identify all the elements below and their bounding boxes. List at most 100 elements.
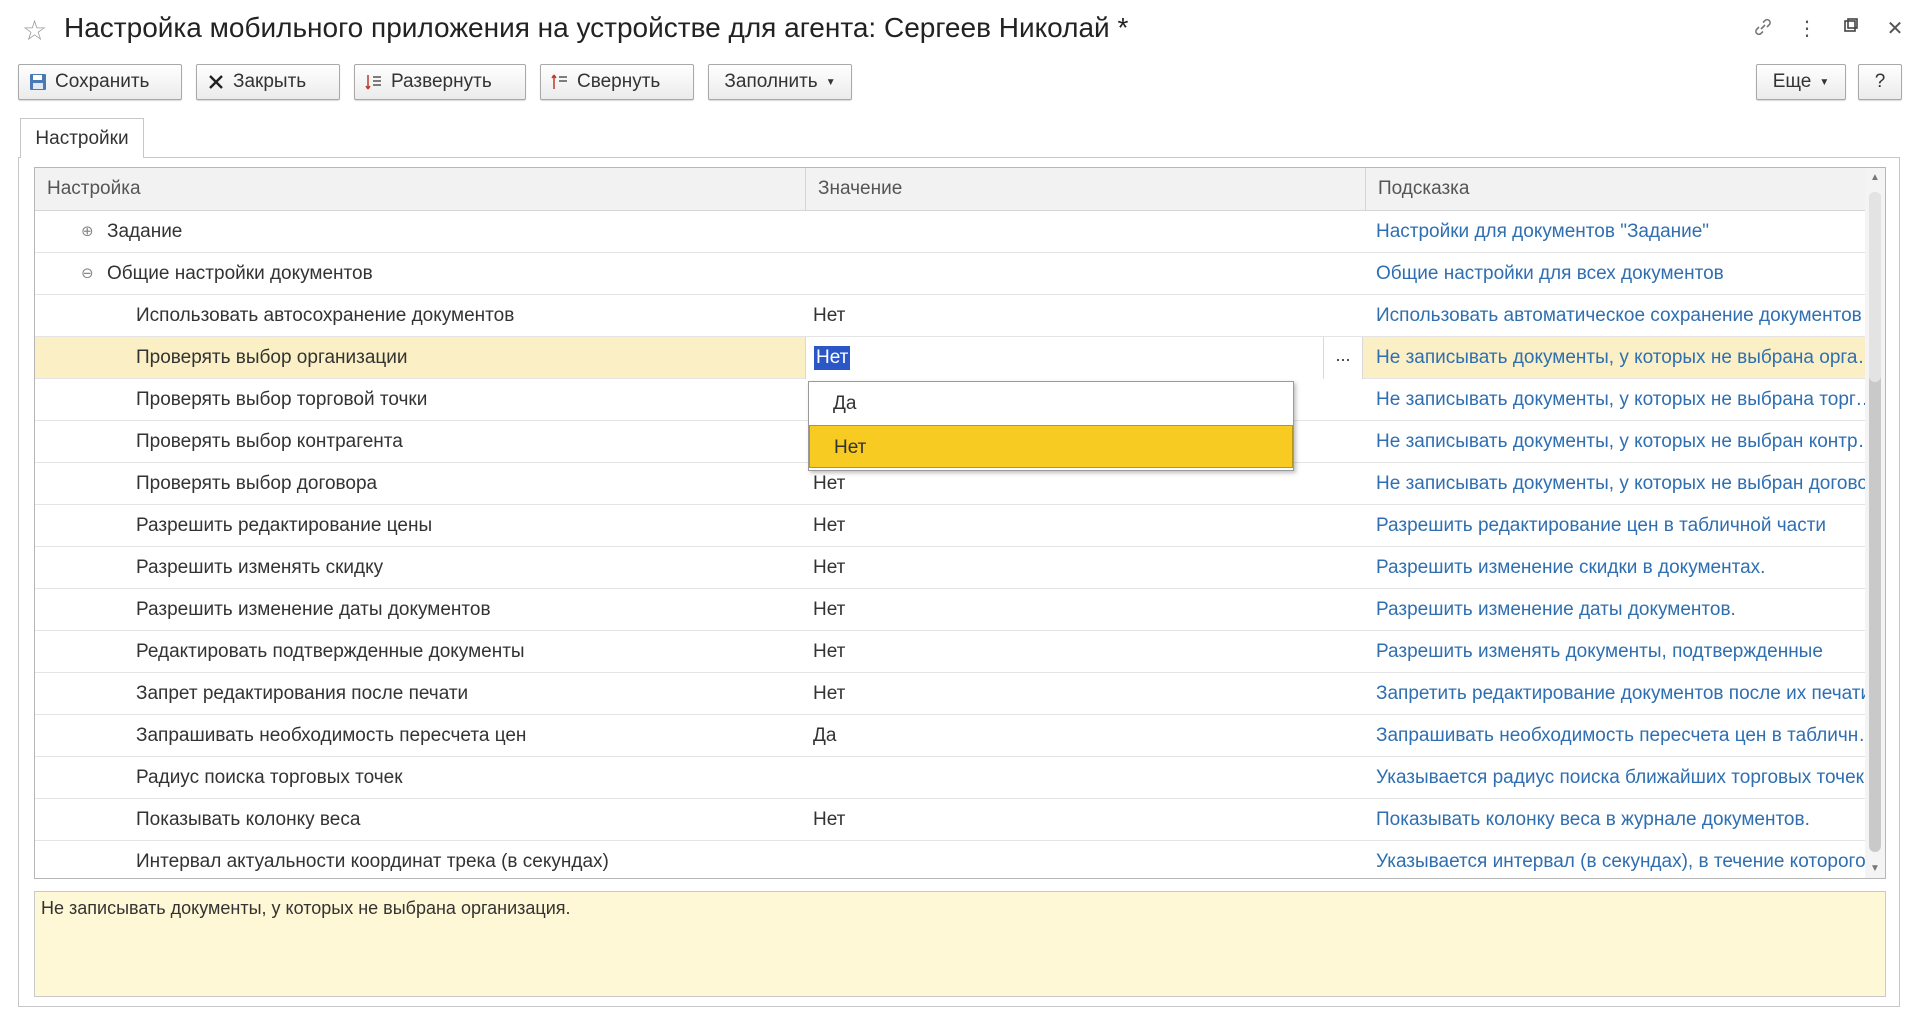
tab-settings[interactable]: Настройки: [20, 118, 144, 158]
setting-name: Проверять выбор торговой точки: [136, 389, 428, 410]
x-icon: [207, 73, 225, 91]
setting-value[interactable]: Да: [813, 715, 1333, 757]
setting-hint[interactable]: Разрешить изменение скидки в документах.: [1376, 547, 1882, 589]
more-label: Еще: [1772, 71, 1812, 92]
table-row[interactable]: ⊕ Задание Настройки для документов "Зада…: [35, 211, 1865, 253]
close-button[interactable]: Закрыть: [196, 64, 340, 100]
scroll-up-icon[interactable]: ▲: [1865, 172, 1885, 183]
table-row[interactable]: Запрашивать необходимость пересчета цен …: [35, 715, 1882, 757]
expand-button[interactable]: Развернуть: [354, 64, 526, 100]
collapse-label: Свернуть: [577, 71, 661, 92]
help-button[interactable]: ?: [1858, 64, 1902, 100]
tab-settings-label: Настройки: [35, 127, 129, 149]
setting-name: Разрешить редактирование цены: [136, 515, 433, 536]
table-body: ⊕ Задание Настройки для документов "Зада…: [35, 211, 1882, 878]
setting-value[interactable]: Нет: [813, 799, 1333, 841]
value-edit-field[interactable]: Нет ...: [805, 337, 1363, 379]
setting-hint[interactable]: Общие настройки для всех документов: [1376, 253, 1882, 295]
column-header-value[interactable]: Значение: [805, 168, 1365, 210]
close-label: Закрыть: [233, 71, 307, 92]
setting-hint[interactable]: Не записывать документы, у которых не вы…: [1376, 337, 1882, 379]
table-row[interactable]: Запрет редактирования после печати Нет З…: [35, 673, 1871, 715]
setting-hint[interactable]: Не записывать документы, у которых не вы…: [1376, 421, 1882, 463]
scrollbar-track-upper: [1869, 192, 1881, 382]
setting-name: Показывать колонку веса: [136, 809, 361, 830]
setting-hint[interactable]: Запрашивать необходимость пересчета цен …: [1376, 715, 1882, 757]
maximize-icon[interactable]: [1838, 16, 1864, 39]
table-header: Настройка Значение Подсказка: [35, 168, 1865, 211]
setting-hint[interactable]: Не записывать документы, у которых не вы…: [1376, 379, 1882, 421]
table-row[interactable]: ⊖ Общие настройки документов Общие настр…: [35, 253, 1865, 295]
choose-button[interactable]: ...: [1323, 337, 1362, 379]
setting-hint[interactable]: Показывать колонку веса в журнале докуме…: [1376, 799, 1882, 841]
setting-value[interactable]: [813, 211, 1333, 253]
setting-name: Разрешить изменение даты документов: [136, 599, 491, 620]
fill-label: Заполнить: [724, 71, 818, 92]
setting-name: Запрет редактирования после печати: [136, 683, 469, 704]
setting-hint[interactable]: Не записывать документы, у которых не вы…: [1376, 463, 1882, 505]
table-row[interactable]: Разрешить изменение даты документов Нет …: [35, 589, 1865, 631]
hint-panel: Не записывать документы, у которых не вы…: [34, 891, 1886, 997]
table-row[interactable]: Радиус поиска торговых точек Указывается…: [35, 757, 1865, 799]
table-row[interactable]: Интервал актуальности координат трека (в…: [35, 841, 1866, 878]
setting-name: Радиус поиска торговых точек: [136, 767, 403, 788]
help-label: ?: [1874, 71, 1886, 92]
setting-value[interactable]: Нет: [813, 673, 1333, 715]
setting-name: Интервал актуальности координат трека (в…: [136, 851, 609, 872]
more-button[interactable]: Еще ▼: [1756, 64, 1846, 100]
more-vertical-icon[interactable]: ⋮: [1794, 16, 1820, 41]
collapse-button[interactable]: Свернуть: [540, 64, 694, 100]
setting-hint[interactable]: Указывается радиус поиска ближайших торг…: [1376, 757, 1882, 799]
setting-hint[interactable]: Указывается интервал (в секундах), в теч…: [1376, 841, 1882, 878]
star-icon[interactable]: ☆: [22, 14, 47, 47]
setting-name: Редактировать подтвержденные документы: [136, 641, 525, 662]
save-button[interactable]: Сохранить: [18, 64, 182, 100]
table-row[interactable]: Разрешить редактирование цены Нет Разреш…: [35, 505, 1865, 547]
collapse-icon: [551, 73, 569, 91]
table-row[interactable]: Использовать автосохранение документов Н…: [35, 295, 1865, 337]
setting-hint[interactable]: Настройки для документов "Задание": [1376, 211, 1882, 253]
setting-name: Проверять выбор договора: [136, 473, 378, 494]
table-row[interactable]: Редактировать подтвержденные документы Н…: [35, 631, 1865, 673]
hint-text: Не записывать документы, у которых не вы…: [41, 898, 571, 918]
setting-value[interactable]: Нет: [813, 589, 1333, 631]
setting-hint[interactable]: Использовать автоматическое сохранение д…: [1376, 295, 1882, 337]
setting-value[interactable]: [813, 253, 1333, 295]
title-bar: ☆ Настройка мобильного приложения на уст…: [0, 0, 1920, 60]
setting-value[interactable]: Нет: [813, 547, 1333, 589]
setting-name: Общие настройки документов: [107, 263, 373, 284]
setting-value[interactable]: [813, 757, 1333, 799]
scroll-down-icon[interactable]: ▼: [1865, 863, 1885, 874]
table-row[interactable]: Разрешить изменять скидку Нет Разрешить …: [35, 547, 1865, 589]
setting-value[interactable]: Нет: [813, 631, 1333, 673]
setting-name: Проверять выбор контрагента: [136, 431, 403, 452]
setting-name: Проверять выбор организации: [136, 347, 408, 368]
setting-name: Разрешить изменять скидку: [136, 557, 384, 578]
value-edit-text[interactable]: Нет: [814, 346, 851, 370]
value-dropdown-list[interactable]: Да Нет: [808, 381, 1294, 471]
link-icon[interactable]: [1750, 16, 1776, 44]
window-title: Настройка мобильного приложения на устро…: [64, 12, 1129, 43]
setting-name: Использовать автосохранение документов: [136, 305, 515, 326]
setting-name: Задание: [107, 221, 183, 242]
dropdown-option-no[interactable]: Нет: [809, 425, 1293, 468]
setting-value[interactable]: [813, 841, 1333, 878]
floppy-disk-icon: [29, 73, 47, 91]
setting-value[interactable]: Нет: [813, 295, 1333, 337]
setting-hint[interactable]: Разрешить изменение даты документов.: [1376, 589, 1882, 631]
vertical-scrollbar[interactable]: ▲ ▼: [1865, 168, 1885, 878]
dropdown-option-yes[interactable]: Да: [809, 382, 1293, 425]
setting-hint[interactable]: Разрешить изменять документы, подтвержде…: [1376, 631, 1882, 673]
settings-table[interactable]: Настройка Значение Подсказка ⊕ Задание Н…: [34, 167, 1886, 879]
setting-hint[interactable]: Запретить редактирование документов посл…: [1376, 673, 1882, 715]
table-row[interactable]: Показывать колонку веса Нет Показывать к…: [35, 799, 1865, 841]
column-header-hint[interactable]: Подсказка: [1365, 168, 1865, 210]
save-label: Сохранить: [55, 71, 150, 92]
setting-hint[interactable]: Разрешить редактирование цен в табличной…: [1376, 505, 1882, 547]
dropdown-arrow-icon: ▼: [825, 76, 836, 88]
table-row-selected[interactable]: Проверять выбор организации Нет ... Не з…: [35, 337, 1882, 379]
close-icon[interactable]: ✕: [1882, 16, 1908, 41]
setting-value[interactable]: Нет: [813, 505, 1333, 547]
fill-button[interactable]: Заполнить ▼: [708, 64, 852, 100]
column-header-setting[interactable]: Настройка: [35, 168, 805, 210]
